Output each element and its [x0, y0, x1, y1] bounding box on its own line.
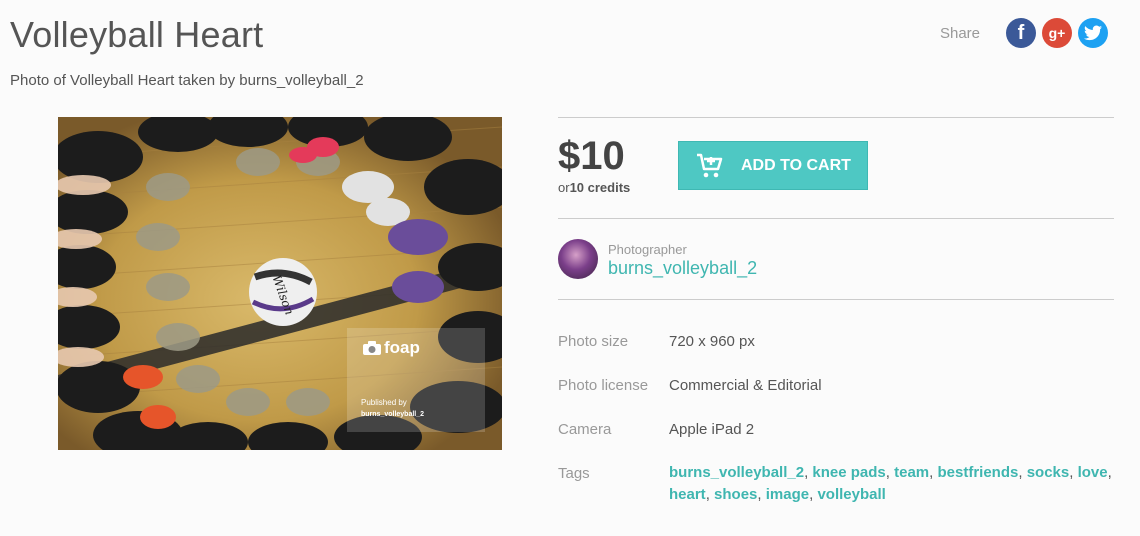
- tag-link[interactable]: love: [1078, 464, 1108, 481]
- page-subtitle: Photo of Volleyball Heart taken by burns…: [10, 72, 364, 89]
- add-to-cart-label: ADD TO CART: [741, 156, 851, 174]
- page-title: Volleyball Heart: [10, 14, 264, 55]
- add-to-cart-button[interactable]: ADD TO CART: [678, 141, 868, 190]
- photo-license-label: Photo license: [558, 377, 649, 394]
- photo-size-value: 720 x 960 px: [669, 333, 755, 350]
- camera-icon: [363, 341, 381, 355]
- divider: [558, 117, 1114, 118]
- published-by-label: Published by: [361, 398, 407, 407]
- tag-link[interactable]: heart: [669, 486, 706, 503]
- tag-list: burns_volleyball_2, knee pads, team, bes…: [669, 464, 1112, 503]
- twitter-icon[interactable]: [1078, 18, 1108, 48]
- camera-label: Camera: [558, 421, 612, 438]
- price: $10: [558, 134, 625, 178]
- photo-size-label: Photo size: [558, 333, 629, 350]
- published-by-user: burns_volleyball_2: [361, 411, 425, 418]
- credits-or: or: [558, 180, 570, 195]
- avatar[interactable]: [558, 239, 598, 279]
- photo-license-value: Commercial & Editorial: [669, 377, 822, 394]
- tag-link[interactable]: burns_volleyball_2: [669, 464, 804, 481]
- photographer-name-link[interactable]: burns_volleyball_2: [608, 258, 757, 279]
- tag-link[interactable]: volleyball: [817, 486, 885, 503]
- cart-plus-icon: [697, 153, 723, 177]
- foap-logo: foap: [363, 338, 420, 358]
- divider: [558, 299, 1114, 300]
- tag-link[interactable]: bestfriends: [938, 464, 1019, 481]
- tag-link[interactable]: image: [766, 486, 809, 503]
- tag-link[interactable]: socks: [1027, 464, 1070, 481]
- share-label: Share: [939, 24, 980, 42]
- facebook-icon[interactable]: f: [1006, 18, 1036, 48]
- foap-logo-text: foap: [384, 338, 420, 357]
- photo-detail-page: Volleyball Heart Photo of Volleyball Hea…: [0, 0, 1140, 536]
- tag-link[interactable]: knee pads: [812, 464, 885, 481]
- tag-link[interactable]: shoes: [714, 486, 757, 503]
- share-bar: Share f g+: [940, 18, 1108, 48]
- camera-value: Apple iPad 2: [669, 421, 755, 438]
- divider: [558, 218, 1114, 219]
- volleyball-photo[interactable]: Wilson foap Published by burns_volleybal…: [58, 117, 502, 450]
- photographer-label: Photographer: [608, 242, 687, 257]
- google-plus-icon[interactable]: g+: [1042, 18, 1072, 48]
- tags-label: Tags: [558, 465, 590, 482]
- credits-value: 10 credits: [569, 180, 631, 195]
- tag-link[interactable]: team: [894, 464, 929, 481]
- credits-text: or10 credits: [558, 180, 630, 195]
- foap-watermark: foap Published by burns_volleyball_2: [347, 328, 485, 432]
